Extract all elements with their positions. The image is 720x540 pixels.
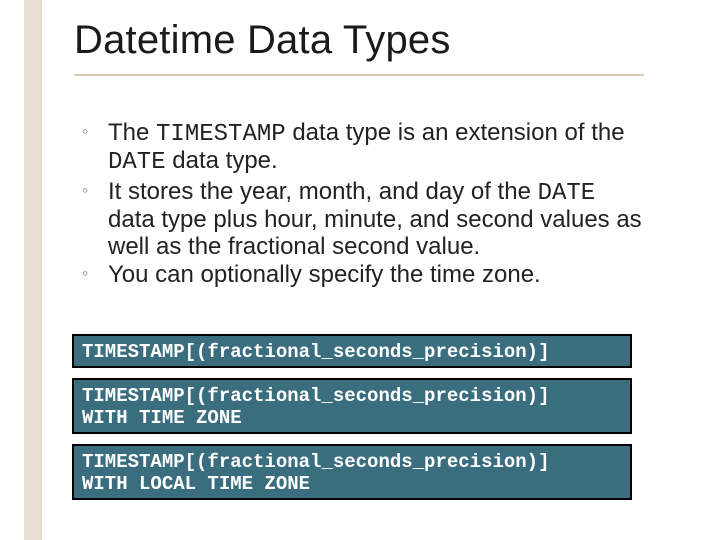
syntax-box-1: TIMESTAMP[(fractional_seconds_precision)… (72, 334, 632, 368)
syntax-box-2: TIMESTAMP[(fractional_seconds_precision)… (72, 378, 632, 434)
slide-title: Datetime Data Types (74, 18, 451, 63)
text: The (108, 119, 156, 146)
bullet-3: ◦ You can optionally specify the time zo… (82, 262, 648, 288)
text: You can optionally specify the time zone… (108, 261, 541, 288)
bullet-icon: ◦ (82, 264, 88, 284)
title-underline (74, 74, 644, 76)
text: data type. (166, 147, 278, 174)
bullet-1: ◦ The TIMESTAMP data type is an extensio… (82, 120, 648, 177)
bullet-icon: ◦ (82, 181, 88, 201)
code: TIMESTAMP (156, 121, 286, 148)
text: data type is an extension of the (286, 119, 625, 146)
text: It stores the year, month, and day of th… (108, 178, 538, 205)
syntax-box-3: TIMESTAMP[(fractional_seconds_precision)… (72, 444, 632, 500)
bullet-icon: ◦ (82, 122, 88, 142)
slide: Datetime Data Types ◦ The TIMESTAMP data… (0, 0, 720, 540)
text: data type plus hour, minute, and second … (108, 206, 642, 259)
body-text: ◦ The TIMESTAMP data type is an extensio… (82, 120, 648, 290)
bullet-2: ◦ It stores the year, month, and day of … (82, 179, 648, 260)
code: DATE (108, 149, 166, 176)
code: DATE (538, 180, 596, 207)
left-stripe (24, 0, 42, 540)
